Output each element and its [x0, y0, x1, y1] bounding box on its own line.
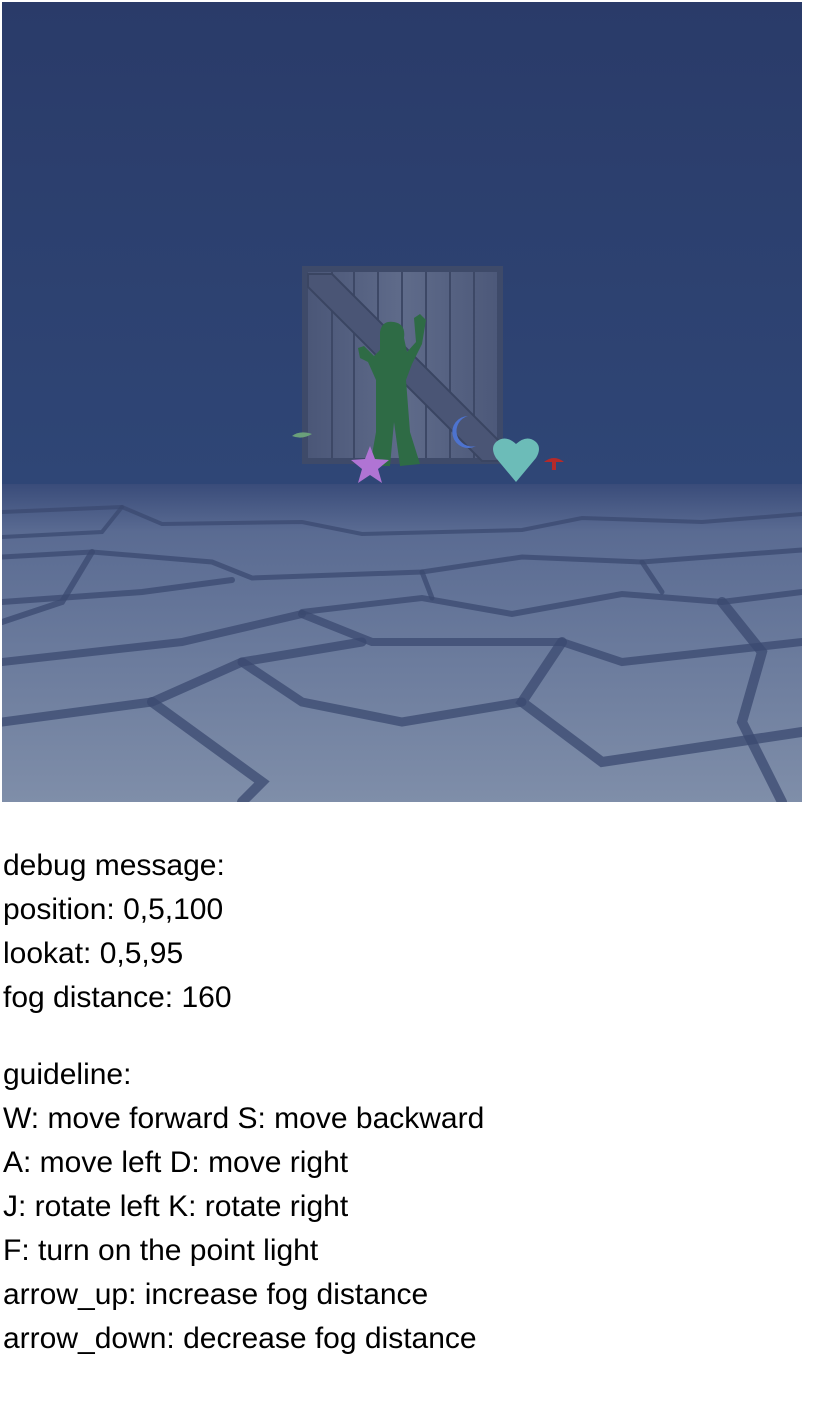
- guideline-item: A: move left D: move right: [3, 1146, 349, 1179]
- guideline-header: guideline:: [3, 1058, 132, 1091]
- debug-fog-distance: fog distance: 160: [3, 981, 232, 1014]
- stone-floor: [2, 484, 802, 802]
- debug-header: debug message:: [3, 849, 225, 882]
- guideline-item: F: turn on the point light: [3, 1234, 319, 1267]
- webgl-canvas[interactable]: [2, 2, 802, 802]
- debug-position: position: 0,5,100: [3, 893, 224, 926]
- debug-panel: debug message: position: 0,5,100 lookat:…: [3, 844, 803, 1020]
- guideline-panel: guideline: W: move forward S: move backw…: [3, 1053, 803, 1361]
- guideline-item: arrow_up: increase fog distance: [3, 1278, 429, 1311]
- guideline-item: arrow_down: decrease fog distance: [3, 1322, 477, 1355]
- guideline-item: W: move forward S: move backward: [3, 1102, 485, 1135]
- debug-lookat: lookat: 0,5,95: [3, 937, 184, 970]
- guideline-item: J: rotate left K: rotate right: [3, 1190, 349, 1223]
